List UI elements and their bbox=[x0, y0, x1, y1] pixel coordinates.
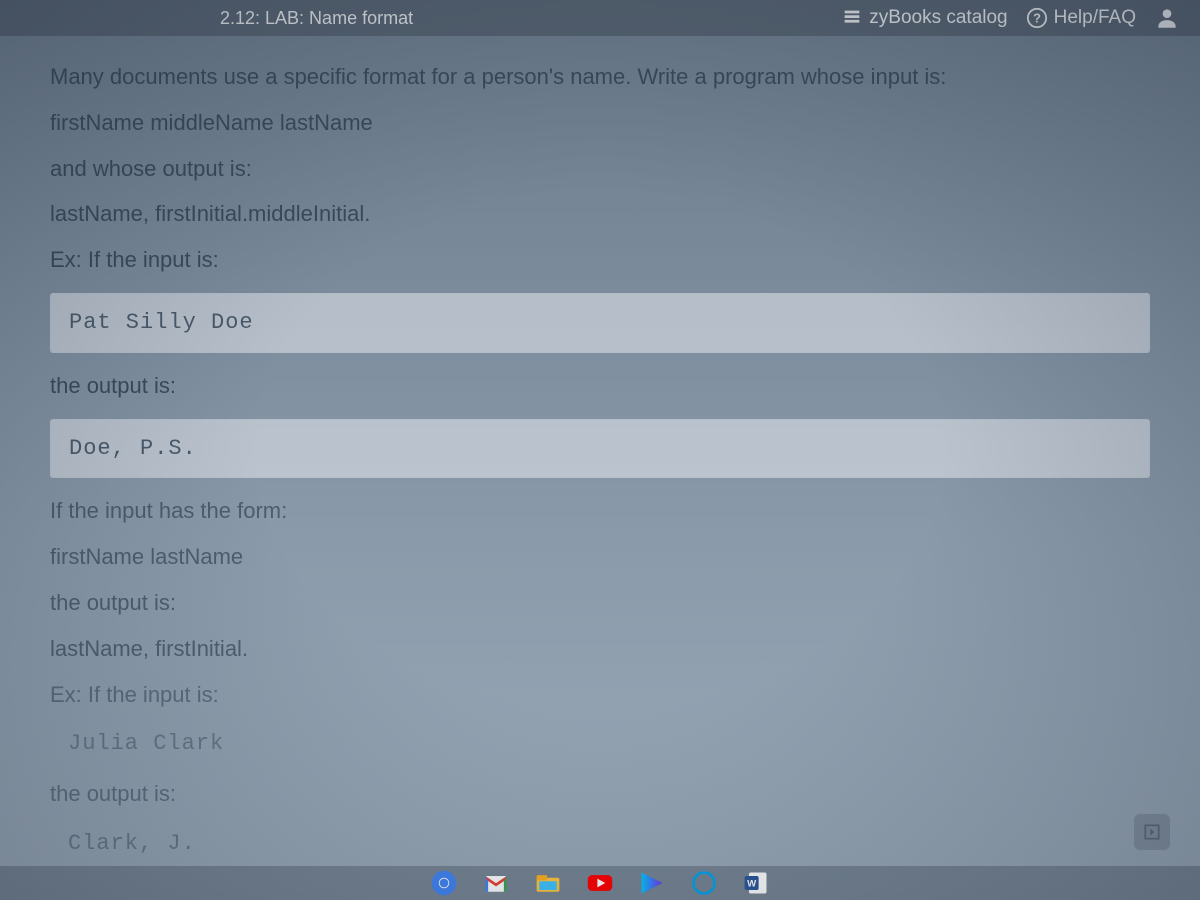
instructions-line: Many documents use a specific format for… bbox=[50, 56, 1150, 98]
instructions-line: the output is: bbox=[50, 773, 1150, 815]
expand-icon bbox=[1142, 822, 1162, 842]
instructions-line: Ex: If the input is: bbox=[50, 674, 1150, 716]
file-explorer-icon bbox=[534, 869, 562, 897]
instructions-line: and whose output is: bbox=[50, 148, 1150, 190]
instructions-line: lastName, firstInitial. bbox=[50, 628, 1150, 670]
instructions-line: If the input has the form: bbox=[50, 490, 1150, 532]
instructions-line: the output is: bbox=[50, 365, 1150, 407]
catalog-icon bbox=[841, 7, 863, 29]
taskbar-video-icon[interactable] bbox=[636, 867, 668, 899]
lab-content: Many documents use a specific format for… bbox=[0, 36, 1200, 865]
chrome-icon bbox=[430, 869, 458, 897]
video-icon bbox=[638, 869, 666, 897]
taskbar-word-icon[interactable]: W bbox=[740, 867, 772, 899]
help-label: Help/FAQ bbox=[1054, 7, 1136, 29]
youtube-icon bbox=[586, 869, 614, 897]
catalog-label: zyBooks catalog bbox=[869, 7, 1007, 29]
example-output-block: Clark, J. bbox=[50, 823, 1150, 865]
gmail-icon bbox=[482, 869, 510, 897]
taskbar-cortana-icon[interactable] bbox=[688, 867, 720, 899]
user-avatar-icon[interactable] bbox=[1154, 5, 1180, 31]
header-right: zyBooks catalog ? Help/FAQ bbox=[841, 5, 1180, 31]
example-input-block: Julia Clark bbox=[50, 723, 1150, 765]
instructions-line: firstName middleName lastName bbox=[50, 102, 1150, 144]
taskbar-gmail-icon[interactable] bbox=[480, 867, 512, 899]
windows-taskbar: W bbox=[0, 866, 1200, 900]
page-title: 2.12: LAB: Name format bbox=[220, 8, 413, 29]
instructions-line: Ex: If the input is: bbox=[50, 239, 1150, 281]
help-icon: ? bbox=[1026, 7, 1048, 29]
example-input-block: Pat Silly Doe bbox=[50, 293, 1150, 353]
taskbar-chrome-icon[interactable] bbox=[428, 867, 460, 899]
instructions-line: firstName lastName bbox=[50, 536, 1150, 578]
instructions-line: lastName, firstInitial.middleInitial. bbox=[50, 193, 1150, 235]
expand-icon-button[interactable] bbox=[1134, 814, 1170, 850]
header-bar: 2.12: LAB: Name format zyBooks catalog ?… bbox=[0, 0, 1200, 36]
catalog-link[interactable]: zyBooks catalog bbox=[841, 7, 1007, 29]
taskbar-file-explorer-icon[interactable] bbox=[532, 867, 564, 899]
help-link[interactable]: ? Help/FAQ bbox=[1026, 7, 1136, 29]
instructions-line: the output is: bbox=[50, 582, 1150, 624]
taskbar-youtube-icon[interactable] bbox=[584, 867, 616, 899]
svg-text:?: ? bbox=[1033, 11, 1041, 26]
example-output-block: Doe, P.S. bbox=[50, 419, 1150, 479]
word-icon: W bbox=[742, 869, 770, 897]
svg-text:W: W bbox=[747, 879, 757, 890]
cortana-icon bbox=[690, 869, 718, 897]
